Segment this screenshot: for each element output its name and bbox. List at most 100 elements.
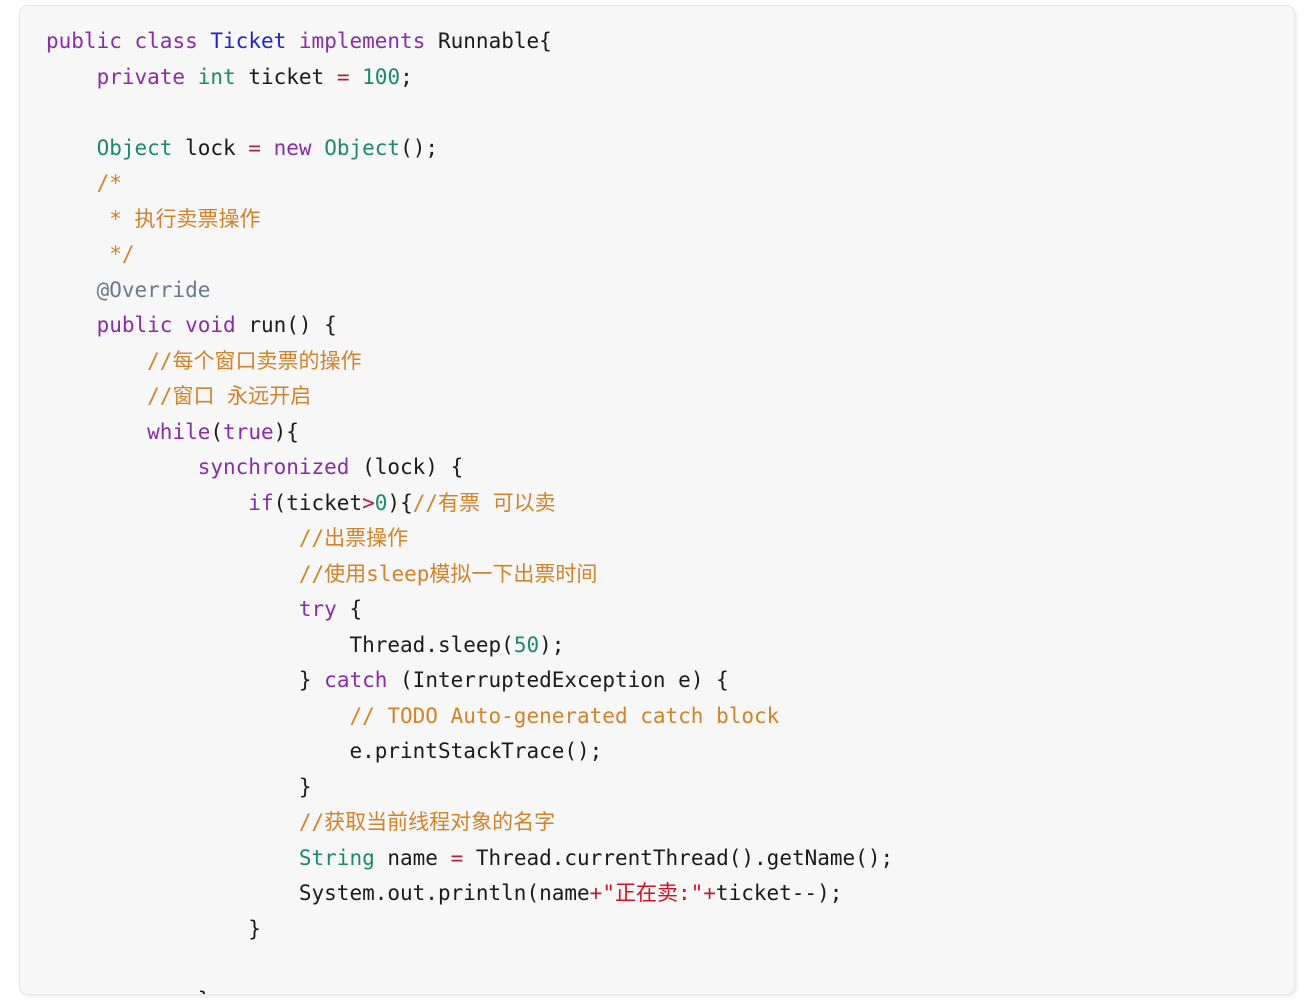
code-line: @Override: [46, 273, 1294, 309]
code-block[interactable]: public class Ticket implements Runnable{…: [20, 6, 1294, 995]
code-token-pl: Runnable{: [438, 29, 552, 53]
code-line: // TODO Auto-generated catch block: [46, 699, 1294, 735]
code-token-kw: public: [96, 313, 173, 337]
code-line: * 执行卖票操作: [46, 202, 1294, 238]
code-token-pl: {: [336, 597, 363, 621]
code-line: while(true){: [46, 415, 1294, 451]
code-token-pl: ticket: [235, 64, 337, 89]
code-token-pl: }: [298, 774, 312, 799]
code-token-op: >: [362, 490, 375, 515]
code-line: try {: [46, 592, 1294, 628]
code-token-cmt: /*: [96, 171, 122, 195]
code-token-pl: ){: [387, 490, 413, 515]
code-token-kw: try: [298, 597, 337, 621]
code-token-pl: (: [210, 419, 224, 444]
code-token-pl: }: [248, 916, 261, 941]
code-token-ann: @Override: [96, 277, 211, 302]
code-token-op: =: [450, 845, 464, 870]
code-line: Thread.sleep(50);: [46, 628, 1294, 664]
code-token-str: "正在卖:": [602, 881, 704, 905]
code-line: String name = Thread.currentThread().get…: [46, 841, 1294, 877]
code-token-op: +: [703, 881, 716, 905]
code-token-pl: (InterruptedException e) {: [387, 668, 729, 692]
code-token-cls: Ticket: [210, 29, 287, 53]
code-line: }: [46, 912, 1294, 948]
code-token-pl: Thread.sleep(: [349, 632, 514, 657]
code-token-cmt: //获取当前线程对象的名字: [298, 810, 556, 834]
code-token-cmt: //窗口 永远开启: [147, 384, 312, 408]
code-token-op: =: [248, 135, 261, 160]
code-line: System.out.println(name+"正在卖:"+ticket--)…: [46, 876, 1294, 912]
code-token-pl: e.printStackTrace();: [349, 739, 603, 763]
code-token-cmt: * 执行卖票操作: [109, 206, 261, 231]
code-token-pl: }: [298, 668, 325, 692]
code-token-type: String: [298, 845, 375, 870]
code-token-kw: while: [147, 419, 211, 444]
code-line: */: [46, 237, 1294, 273]
code-token-cmt: //出票操作: [298, 526, 409, 550]
code-token-kw: true: [223, 419, 274, 444]
code-token-pl: run() {: [235, 313, 337, 337]
code-token-kw: void: [185, 313, 236, 337]
code-line: public void run() {: [46, 308, 1294, 344]
code-token-type: Object: [324, 135, 401, 160]
code-token-type: Object: [96, 135, 173, 160]
code-token-cmt: */: [109, 242, 135, 266]
code-line: Object lock = new Object();: [46, 131, 1294, 167]
code-line: }: [46, 983, 1294, 995]
code-line: //获取当前线程对象的名字: [46, 805, 1294, 841]
code-token-kw: implements: [298, 29, 426, 53]
code-token-kw: catch: [324, 668, 388, 692]
code-token-pl: (lock) {: [349, 455, 464, 479]
code-line: //窗口 永远开启: [46, 379, 1294, 415]
code-token-cmt: //使用sleep模拟一下出票时间: [298, 561, 598, 586]
code-line: if(ticket>0){//有票 可以卖: [46, 486, 1294, 522]
code-line: //出票操作: [46, 521, 1294, 557]
code-token-type: int: [197, 64, 236, 89]
code-token-pl: ){: [273, 419, 299, 444]
code-line: //使用sleep模拟一下出票时间: [46, 557, 1294, 593]
code-token-pl: System.out.println(name: [298, 881, 590, 905]
code-token-op: =: [336, 64, 350, 89]
code-token-kw: private: [96, 64, 186, 89]
code-token-kw: class: [134, 29, 198, 53]
code-token-num: 0: [374, 490, 388, 515]
code-snippet-card: public class Ticket implements Runnable{…: [19, 5, 1295, 995]
code-token-pl: ;: [400, 64, 413, 89]
code-token-num: 100: [362, 64, 401, 89]
code-token-pl: ();: [400, 135, 438, 160]
code-token-num: 50: [513, 632, 540, 657]
code-line: public class Ticket implements Runnable{: [46, 24, 1294, 60]
code-line: synchronized (lock) {: [46, 450, 1294, 486]
code-token-kw: synchronized: [197, 455, 350, 479]
code-token-pl: Thread.currentThread().getName();: [463, 845, 894, 870]
code-line: private int ticket = 100;: [46, 60, 1294, 96]
code-line: e.printStackTrace();: [46, 734, 1294, 770]
code-line: }: [46, 770, 1294, 806]
code-token-pl: lock: [172, 135, 249, 160]
